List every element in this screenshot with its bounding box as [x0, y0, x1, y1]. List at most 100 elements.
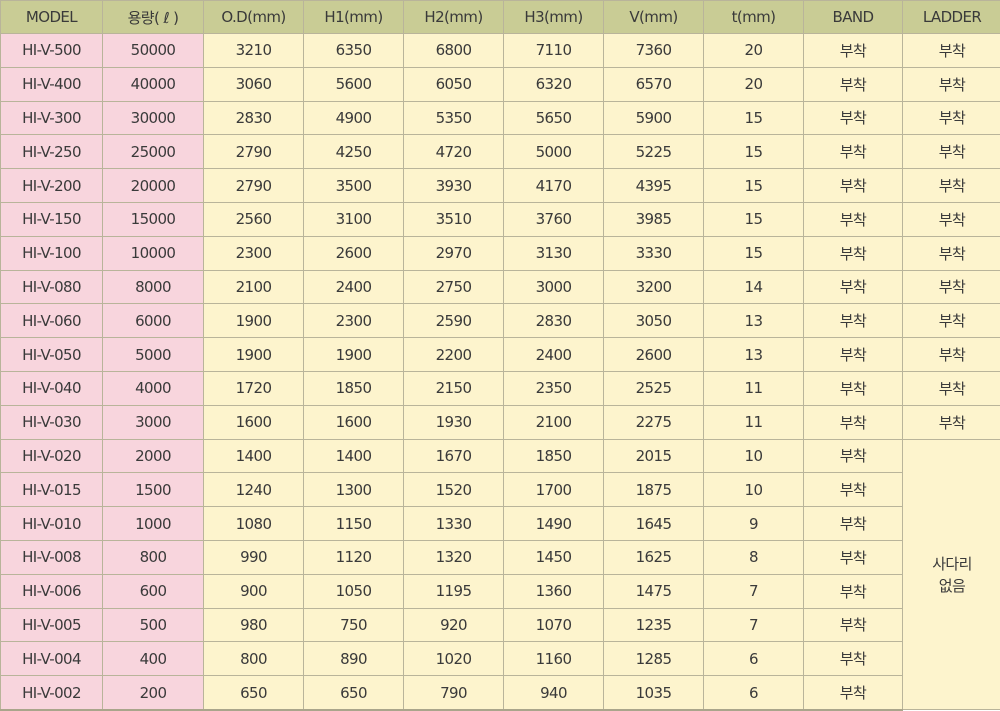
t-cell: 13	[704, 304, 804, 338]
h3-cell: 1850	[504, 439, 604, 473]
v-cell: 1035	[604, 676, 704, 710]
h2-cell: 920	[404, 608, 504, 642]
v-cell: 3330	[604, 236, 704, 270]
spec-table: MODEL 용량( ℓ ) O.D(mm) H1(mm) H2(mm) H3(m…	[0, 0, 1000, 711]
band-cell: 부착	[804, 473, 903, 507]
h3-cell: 1700	[504, 473, 604, 507]
ladder-cell: 부착	[903, 101, 1000, 135]
od-cell: 1900	[204, 338, 304, 372]
capacity-cell: 3000	[103, 405, 204, 439]
table-row: HI-V-00220065065079094010356부착	[1, 676, 1000, 710]
h1-cell: 650	[304, 676, 404, 710]
v-cell: 3050	[604, 304, 704, 338]
capacity-cell: 10000	[103, 236, 204, 270]
band-cell: 부착	[804, 67, 903, 101]
ladder-cell: 부착	[903, 67, 1000, 101]
v-cell: 1475	[604, 574, 704, 608]
ladder-cell: 부착	[903, 236, 1000, 270]
ladder-none-line1: 사다리	[903, 553, 1000, 575]
header-h1: H1(mm)	[304, 1, 404, 34]
h1-cell: 1850	[304, 371, 404, 405]
t-cell: 10	[704, 473, 804, 507]
t-cell: 15	[704, 236, 804, 270]
capacity-cell: 500	[103, 608, 204, 642]
band-cell: 부착	[804, 34, 903, 68]
table-row: HI-V-05050001900190022002400260013부착부착	[1, 338, 1000, 372]
header-h3: H3(mm)	[504, 1, 604, 34]
v-cell: 7360	[604, 34, 704, 68]
h3-cell: 5650	[504, 101, 604, 135]
capacity-cell: 50000	[103, 34, 204, 68]
h1-cell: 2600	[304, 236, 404, 270]
band-cell: 부착	[804, 169, 903, 203]
od-cell: 2790	[204, 169, 304, 203]
ladder-cell: 부착	[903, 270, 1000, 304]
band-cell: 부착	[804, 608, 903, 642]
band-cell: 부착	[804, 338, 903, 372]
h2-cell: 1670	[404, 439, 504, 473]
t-cell: 6	[704, 642, 804, 676]
od-cell: 1900	[204, 304, 304, 338]
t-cell: 8	[704, 540, 804, 574]
table-row: HI-V-00880099011201320145016258부착	[1, 540, 1000, 574]
model-cell: HI-V-008	[1, 540, 103, 574]
table-row: HI-V-03030001600160019302100227511부착부착	[1, 405, 1000, 439]
t-cell: 10	[704, 439, 804, 473]
h2-cell: 2150	[404, 371, 504, 405]
od-cell: 2830	[204, 101, 304, 135]
ladder-cell: 부착	[903, 405, 1000, 439]
h2-cell: 4720	[404, 135, 504, 169]
t-cell: 7	[704, 608, 804, 642]
h2-cell: 2750	[404, 270, 504, 304]
table-row: HI-V-04040001720185021502350252511부착부착	[1, 371, 1000, 405]
h2-cell: 2970	[404, 236, 504, 270]
table-row: HI-V-06060001900230025902830305013부착부착	[1, 304, 1000, 338]
band-cell: 부착	[804, 540, 903, 574]
capacity-cell: 800	[103, 540, 204, 574]
t-cell: 15	[704, 101, 804, 135]
table-row: HI-V-00660090010501195136014757부착	[1, 574, 1000, 608]
capacity-cell: 30000	[103, 101, 204, 135]
h1-cell: 1150	[304, 507, 404, 541]
h2-cell: 1320	[404, 540, 504, 574]
t-cell: 15	[704, 169, 804, 203]
od-cell: 1720	[204, 371, 304, 405]
band-cell: 부착	[804, 236, 903, 270]
t-cell: 15	[704, 135, 804, 169]
t-cell: 11	[704, 371, 804, 405]
header-band: BAND	[804, 1, 903, 34]
header-row: MODEL 용량( ℓ ) O.D(mm) H1(mm) H2(mm) H3(m…	[1, 1, 1000, 34]
table-body: HI-V-500500003210635068007110736020부착부착 H…	[1, 34, 1000, 710]
band-cell: 부착	[804, 371, 903, 405]
table-row: HI-V-500500003210635068007110736020부착부착	[1, 34, 1000, 68]
h3-cell: 3130	[504, 236, 604, 270]
model-cell: HI-V-004	[1, 642, 103, 676]
model-cell: HI-V-010	[1, 507, 103, 541]
v-cell: 3985	[604, 202, 704, 236]
capacity-cell: 15000	[103, 202, 204, 236]
band-cell: 부착	[804, 101, 903, 135]
table-row: HI-V-200200002790350039304170439515부착부착	[1, 169, 1000, 203]
model-cell: HI-V-200	[1, 169, 103, 203]
model-cell: HI-V-005	[1, 608, 103, 642]
od-cell: 2300	[204, 236, 304, 270]
od-cell: 990	[204, 540, 304, 574]
v-cell: 2275	[604, 405, 704, 439]
ladder-none-line2: 없음	[903, 575, 1000, 597]
capacity-cell: 5000	[103, 338, 204, 372]
h2-cell: 6800	[404, 34, 504, 68]
h2-cell: 1330	[404, 507, 504, 541]
ladder-cell: 부착	[903, 304, 1000, 338]
v-cell: 6570	[604, 67, 704, 101]
od-cell: 2790	[204, 135, 304, 169]
od-cell: 1400	[204, 439, 304, 473]
model-cell: HI-V-300	[1, 101, 103, 135]
capacity-cell: 25000	[103, 135, 204, 169]
capacity-cell: 2000	[103, 439, 204, 473]
band-cell: 부착	[804, 507, 903, 541]
v-cell: 1285	[604, 642, 704, 676]
h1-cell: 1900	[304, 338, 404, 372]
t-cell: 14	[704, 270, 804, 304]
h1-cell: 750	[304, 608, 404, 642]
h1-cell: 2400	[304, 270, 404, 304]
